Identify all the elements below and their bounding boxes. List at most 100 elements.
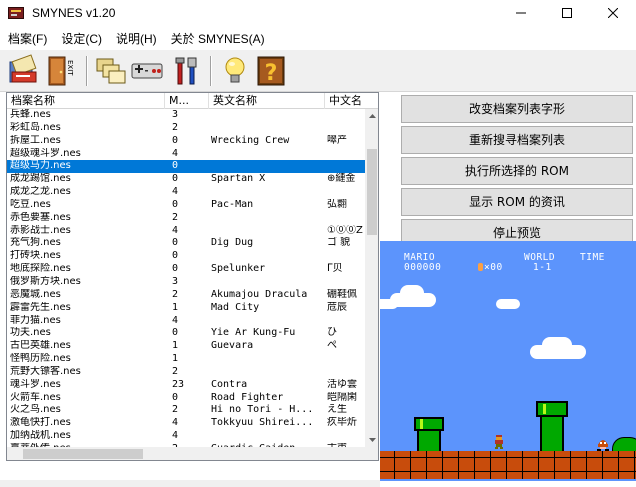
rom-mapper: 0 — [172, 198, 179, 210]
list-item[interactable]: 菲力猫.nes 4 — [7, 315, 365, 328]
rom-mapper: 4 — [172, 224, 179, 236]
bush — [612, 437, 636, 451]
rom-english-name: Contra — [211, 378, 248, 390]
rom-english-name: Akumajou Dracula — [211, 288, 308, 300]
rom-mapper: 1 — [172, 301, 179, 313]
rom-english-name: Road Fighter — [211, 391, 284, 403]
scroll-down-arrow[interactable] — [365, 433, 378, 447]
rom-mapper: 0 — [172, 327, 179, 339]
rom-mapper: 4 — [172, 186, 179, 198]
rom-chinese-name: 苊辰 — [327, 301, 347, 313]
list-item[interactable]: 激龟快打.nes 4 Tokkyuu Shirei... 疚毕炘 — [7, 417, 365, 430]
list-item[interactable]: 彩虹岛.nes 2 — [7, 122, 365, 135]
list-item[interactable]: 成龙之龙.nes 4 — [7, 186, 365, 199]
run-rom-button[interactable]: 执行所选择的 ROM — [401, 157, 633, 185]
list-item[interactable]: 兵蜂.nes 3 — [7, 109, 365, 122]
game-preview: MARIO 000000 ×00 WORLD 1-1 TIME — [380, 241, 636, 481]
rom-chinese-name: 活ゆ雲 — [327, 378, 357, 390]
lightbulb-button[interactable] — [218, 54, 252, 88]
list-item[interactable]: 充气狗.nes 0 Dig Dug ゴ 貌 — [7, 237, 365, 250]
tools-button[interactable] — [170, 54, 204, 88]
rom-filename: 古巴英雄.nes — [10, 340, 71, 352]
rom-mapper: 2 — [172, 211, 179, 223]
list-item[interactable]: 俄罗斯方块.nes 3 — [7, 276, 365, 289]
list-item[interactable]: 拆屋工.nes 0 Wrecking Crew 噿产 — [7, 135, 365, 148]
list-item[interactable]: 魂斗罗.nes 23 Contra 活ゆ雲 — [7, 379, 365, 392]
list-item[interactable]: 怪鸭历险.nes 1 — [7, 353, 365, 366]
rom-filename: 吃豆.nes — [10, 198, 51, 210]
menu-bar: 档案(F) 设定(C) 说明(H) 关於 SMYNES(A) — [0, 27, 636, 49]
rom-chinese-name: ゴ 貌 — [327, 237, 351, 249]
list-item[interactable]: 赤色要塞.nes 2 — [7, 212, 365, 225]
rom-filename: 兵蜂.nes — [10, 109, 51, 120]
minimize-icon — [516, 12, 526, 14]
menu-file[interactable]: 档案(F) — [2, 30, 53, 47]
help-question-mark: ? — [265, 61, 278, 86]
rom-filename: 加纳战机.nes — [10, 430, 71, 442]
list-item[interactable]: 功夫.nes 0 Yie Ar Kung-Fu ひ — [7, 327, 365, 340]
ground-bricks — [380, 451, 636, 465]
controller-button[interactable] — [130, 54, 164, 88]
column-header-chinese-name[interactable]: 中文名 — [325, 93, 378, 109]
folders-button[interactable] — [94, 54, 128, 88]
rom-filename: 超级马力.nes — [10, 160, 71, 172]
vertical-scrollbar[interactable] — [365, 109, 378, 447]
exit-button[interactable]: EXIT — [44, 54, 78, 88]
help-button[interactable]: ? — [254, 54, 288, 88]
hscrollbar-thumb[interactable] — [23, 449, 143, 459]
rom-english-name: Dig Dug — [211, 237, 254, 249]
rom-chinese-name: 硼鞋佩 — [327, 288, 357, 300]
list-header: 档案名称 M... 英文名称 中文名 — [7, 93, 378, 109]
menu-about[interactable]: 关於 SMYNES(A) — [165, 30, 271, 47]
rom-filename: 彩虹岛.nes — [10, 121, 61, 133]
rom-filename: 俄罗斯方块.nes — [10, 275, 81, 287]
hud-time: TIME — [580, 252, 605, 263]
rescan-list-button[interactable]: 重新搜寻档案列表 — [401, 126, 633, 154]
list-item[interactable]: 超级魂斗罗.nes 4 — [7, 148, 365, 161]
horizontal-scrollbar[interactable] — [7, 447, 365, 460]
scroll-up-arrow[interactable] — [365, 109, 378, 123]
rom-list-view[interactable]: 档案名称 M... 英文名称 中文名 兵蜂.nes 3 彩虹岛.nes 2 拆屋工.ne… — [6, 92, 379, 461]
list-item[interactable]: 地底探险.nes 0 Spelunker ᒥ贝 — [7, 263, 365, 276]
coin-icon — [478, 263, 483, 271]
minimize-button[interactable] — [498, 0, 544, 26]
list-item[interactable]: 加纳战机.nes 4 — [7, 430, 365, 443]
scrollbar-thumb[interactable] — [367, 149, 377, 235]
list-item[interactable]: 吃豆.nes 0 Pac-Man 弘翾 — [7, 199, 365, 212]
list-item[interactable]: 成龙踢馆.nes 0 Spartan X ⊕縺金 — [7, 173, 365, 186]
toolbar: EXIT ? — [0, 50, 636, 92]
rom-mapper: 4 — [172, 417, 179, 429]
rom-mapper: 4 — [172, 314, 179, 326]
column-header-english-name[interactable]: 英文名称 — [209, 93, 325, 109]
rom-filename: 成龙踢馆.nes — [10, 173, 71, 185]
open-file-button[interactable] — [6, 54, 40, 88]
menu-settings[interactable]: 设定(C) — [55, 30, 108, 47]
list-item[interactable]: 荒野大镖客.nes 2 — [7, 366, 365, 379]
maximize-button[interactable] — [544, 0, 590, 26]
action-buttons: 改变档案列表字形 重新搜寻档案列表 执行所选择的 ROM 显示 ROM 的资讯 … — [401, 95, 633, 250]
rom-filename: 充气狗.nes — [10, 237, 61, 249]
list-item[interactable]: 火之鸟.nes 2 Hi no Tori - H... え生 — [7, 404, 365, 417]
list-item[interactable]: 古巴英雄.nes 1 Guevara ぺ — [7, 340, 365, 353]
column-header-filename[interactable]: 档案名称 — [7, 93, 165, 109]
change-list-font-button[interactable]: 改变档案列表字形 — [401, 95, 633, 123]
list-item[interactable]: 打砖块.nes 0 — [7, 250, 365, 263]
menu-help[interactable]: 说明(H) — [110, 30, 163, 47]
rom-chinese-name: ぺ — [327, 340, 337, 352]
open-file-icon — [9, 54, 37, 83]
list-item[interactable]: 火箭车.nes 0 Road Fighter 皑隔閑 — [7, 392, 365, 405]
list-item[interactable]: 霹雷先生.nes 1 Mad City 苊辰 — [7, 302, 365, 315]
list-item[interactable]: 赤影战士.nes 4 ①⓪⓪Z — [7, 225, 365, 238]
close-button[interactable] — [590, 0, 636, 26]
rom-info-button[interactable]: 显示 ROM 的资讯 — [401, 188, 633, 216]
rom-mapper: 0 — [172, 134, 179, 146]
list-item[interactable]: 超级马力.nes 0 — [7, 160, 365, 174]
list-item[interactable]: 恶魔城.nes 2 Akumajou Dracula 硼鞋佩 — [7, 289, 365, 302]
rom-filename: 打砖块.nes — [10, 250, 61, 262]
rom-filename: 怪鸭历险.nes — [10, 353, 71, 365]
rom-filename: 恶魔城.nes — [10, 288, 61, 300]
column-header-mapper[interactable]: M... — [165, 93, 209, 109]
rom-chinese-name: ⊕縺金 — [327, 173, 356, 185]
rom-mapper: 0 — [172, 391, 179, 403]
list-rows: 兵蜂.nes 3 彩虹岛.nes 2 拆屋工.nes 0 Wrecking Crew 噿产 超级… — [7, 109, 365, 456]
